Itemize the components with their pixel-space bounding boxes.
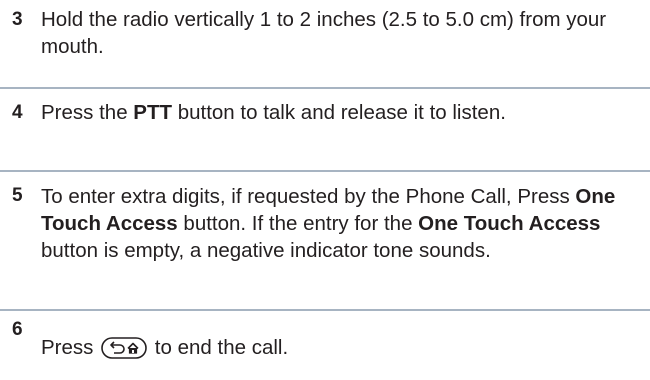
step-number: 4 [12, 102, 23, 123]
step-text: Press the PTT button to talk and release… [41, 101, 506, 124]
step-text: To enter extra digits, if requested by t… [41, 185, 616, 262]
step-number: 3 [12, 9, 23, 30]
back-home-key-icon [101, 337, 147, 359]
one-touch-access-label: One Touch Access [418, 212, 601, 235]
step-number: 5 [12, 185, 23, 206]
step-text: Press to end the call. [41, 336, 289, 359]
step-divider [0, 170, 650, 172]
step-text: Hold the radio vertically 1 to 2 inches … [41, 8, 607, 58]
step-divider [0, 87, 650, 89]
procedure-steps: 3 Hold the radio vertically 1 to 2 inche… [0, 0, 650, 380]
step-number: 6 [12, 319, 23, 340]
ptt-button-label: PTT [133, 101, 173, 124]
step-divider [0, 309, 650, 311]
